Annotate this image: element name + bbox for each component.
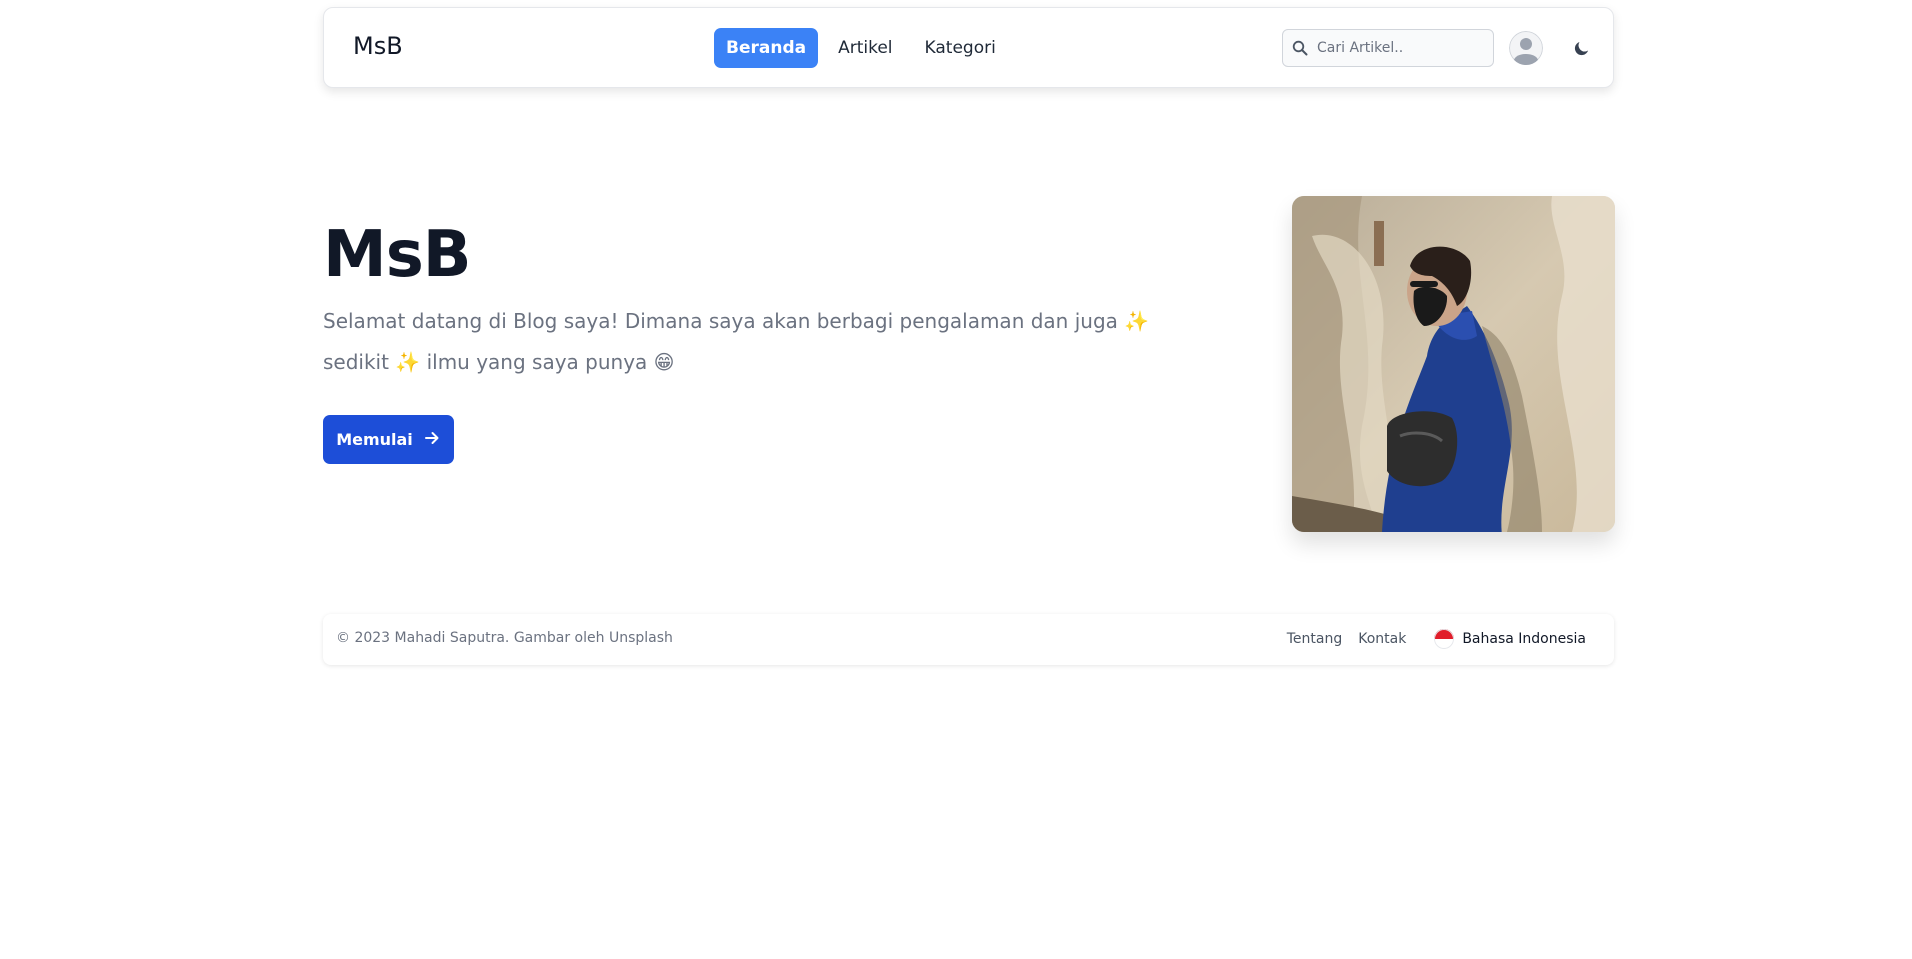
footer-links: Tentang Kontak Bahasa Indonesia xyxy=(1271,629,1586,649)
arrow-right-icon xyxy=(423,429,441,451)
hero-description: Selamat datang di Blog saya! Dimana saya… xyxy=(323,309,1150,374)
start-button[interactable]: Memulai xyxy=(323,415,454,464)
copyright-text: © 2023 Mahadi Saputra. Gambar oleh Unspl… xyxy=(336,630,673,646)
moon-icon[interactable] xyxy=(1569,35,1595,61)
nav-link-kategori[interactable]: Kategori xyxy=(913,28,1008,68)
footer-link-tentang[interactable]: Tentang xyxy=(1287,631,1343,647)
search-icon xyxy=(1283,40,1317,56)
brand-logo[interactable]: MsB xyxy=(353,32,403,60)
start-button-label: Memulai xyxy=(336,430,413,449)
nav-link-artikel[interactable]: Artikel xyxy=(826,28,904,68)
language-label: Bahasa Indonesia xyxy=(1462,631,1586,647)
footer-link-kontak[interactable]: Kontak xyxy=(1358,631,1406,647)
search-box xyxy=(1282,29,1494,67)
language-selector[interactable]: Bahasa Indonesia xyxy=(1434,629,1586,649)
hero-portrait-image xyxy=(1292,196,1615,532)
avatar-icon[interactable] xyxy=(1509,31,1543,65)
footer: © 2023 Mahadi Saputra. Gambar oleh Unspl… xyxy=(323,614,1614,665)
nav-link-beranda[interactable]: Beranda xyxy=(714,28,819,68)
hero-title: MsB xyxy=(323,218,472,292)
navbar: MsB Beranda Artikel Kategori xyxy=(323,7,1614,88)
search-input[interactable] xyxy=(1317,40,1487,56)
nav-menu: Beranda Artikel Kategori xyxy=(714,28,1016,68)
indonesia-flag-icon xyxy=(1434,629,1455,649)
